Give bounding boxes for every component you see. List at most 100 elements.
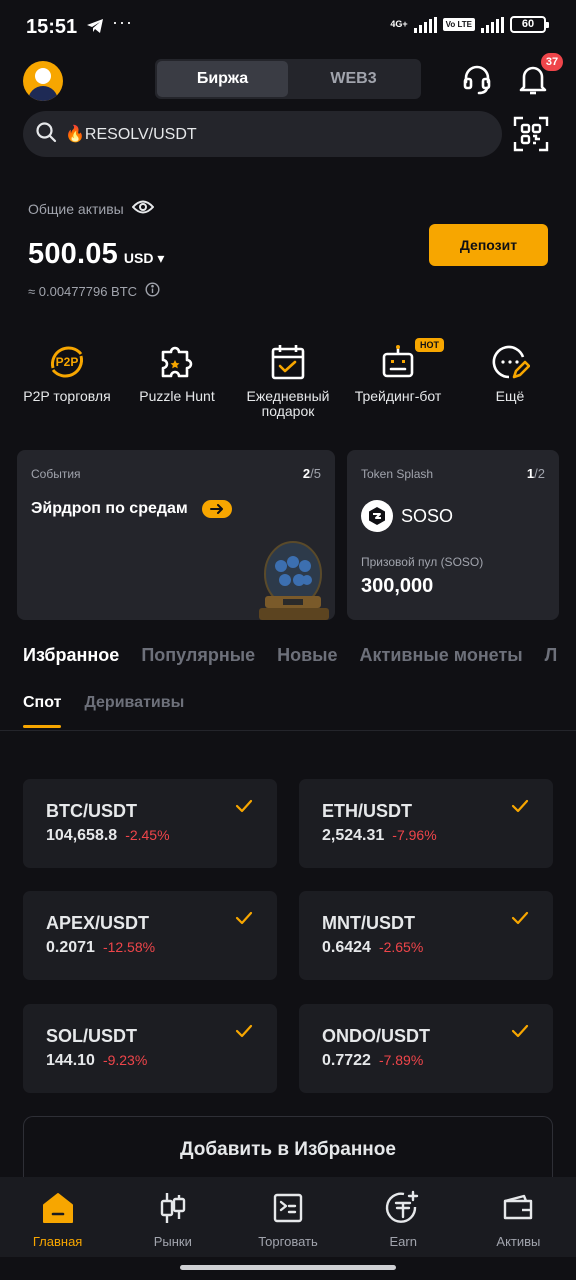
airdrop-globe-illustration (255, 534, 335, 625)
tab-derivatives[interactable]: Деривативы (84, 694, 184, 728)
exchange-mode-switch: Биржа WEB3 (155, 59, 421, 99)
nav-earn[interactable]: Earn (346, 1177, 461, 1257)
tab-favorites[interactable]: Избранное (23, 645, 119, 666)
pair-name: ETH/USDT (322, 801, 412, 821)
info-icon[interactable] (145, 282, 160, 300)
pair-price: 144.10 (46, 1052, 95, 1069)
pair-name: APEX/USDT (46, 913, 150, 933)
pair-price-row: 0.7722 -7.89% (322, 1052, 423, 1070)
favorite-card[interactable]: APEX/USDT 0.2071 -12.58% (23, 891, 277, 980)
more-notifications-icon: ··· (112, 12, 133, 32)
pair-name: MNT/USDT (322, 913, 415, 933)
events-title-row: Эйрдроп по средам (31, 500, 232, 518)
volte-icon: Vo LTE (442, 18, 475, 31)
quick-action-puzzle[interactable]: Puzzle Hunt (117, 340, 237, 404)
status-right: 4G+ Vo LTE 60 (390, 16, 549, 33)
pair-price: 0.7722 (322, 1052, 371, 1069)
status-bar: 15:51 ··· 4G+ Vo LTE 60 (0, 0, 576, 52)
puzzle-icon (117, 340, 237, 384)
add-to-favorites-button[interactable]: Добавить в Избранное (23, 1116, 553, 1186)
favorite-card[interactable]: ONDO/USDT 0.7722 -7.89% (299, 1004, 553, 1093)
signal-icon (413, 16, 437, 33)
favorite-card[interactable]: BTC/USDT 104,658.8 -2.45% (23, 779, 277, 868)
token-splash-card[interactable]: Token Splash 1/2 SOSO Призовой пул (SOSO… (347, 450, 559, 620)
network-type: 4G+ (390, 19, 408, 29)
trade-icon (272, 1190, 304, 1226)
sub-tabs: Спот Деривативы (23, 694, 184, 728)
prize-pool-value: 300,000 (361, 575, 434, 597)
check-icon[interactable] (235, 799, 253, 818)
events-card[interactable]: События 2/5 Эйрдроп по средам (17, 450, 335, 620)
deposit-button[interactable]: Депозит (429, 224, 548, 266)
home-indicator[interactable] (180, 1265, 396, 1270)
check-icon[interactable] (235, 911, 253, 930)
nav-assets[interactable]: Активы (461, 1177, 576, 1257)
events-total: /5 (310, 466, 321, 481)
token-splash-pager: 1/2 (527, 466, 545, 481)
earn-icon (385, 1190, 421, 1226)
tab-exchange[interactable]: Биржа (157, 61, 288, 97)
currency-label: USD (123, 250, 154, 266)
pair-change: -9.23% (102, 1052, 148, 1068)
qr-scan-icon[interactable] (512, 115, 550, 153)
search-input[interactable]: 🔥RESOLV/USDT (23, 111, 502, 157)
pair-price-row: 2,524.31 -7.96% (322, 827, 437, 845)
status-time: 15:51 (26, 16, 78, 38)
pair-change: -12.58% (102, 939, 156, 955)
caret-down-icon: ▾ (157, 250, 165, 266)
nav-label: Активы (496, 1234, 541, 1249)
bottom-nav: Главная Рынки Торговать Earn Активы (0, 1177, 576, 1257)
pair-name: BTC/USDT (46, 801, 137, 821)
pair-price-row: 104,658.8 -2.45% (46, 827, 170, 845)
nav-label: Главная (32, 1234, 83, 1249)
home-icon (41, 1190, 75, 1226)
pair-price: 0.2071 (46, 939, 95, 956)
pair-name: SOL/USDT (46, 1026, 138, 1046)
pair-change: -7.89% (378, 1052, 424, 1068)
tab-popular[interactable]: Популярные (141, 645, 255, 666)
quick-action-p2p[interactable]: P2P P2P торговля (7, 340, 127, 404)
soso-logo-icon (361, 500, 393, 532)
token-splash-category: Token Splash (361, 467, 434, 481)
check-icon[interactable] (511, 911, 529, 930)
nav-label: Earn (389, 1234, 417, 1249)
quick-action-label: P2P торговля (23, 388, 111, 404)
nav-home[interactable]: Главная (0, 1177, 115, 1257)
nav-markets[interactable]: Рынки (115, 1177, 230, 1257)
tab-new[interactable]: Новые (277, 645, 337, 666)
quick-action-daily-gift[interactable]: Ежедневный подарок (228, 340, 348, 419)
svg-text:P2P: P2P (56, 355, 79, 369)
favorite-card[interactable]: MNT/USDT 0.6424 -2.65% (299, 891, 553, 980)
favorite-card[interactable]: ETH/USDT 2,524.31 -7.96% (299, 779, 553, 868)
candlestick-icon (159, 1190, 187, 1226)
total-assets-label: Общие активы (28, 199, 155, 218)
eye-icon[interactable] (131, 199, 155, 218)
currency-selector[interactable]: USD ▾ (124, 250, 164, 267)
arrow-right-icon[interactable] (201, 500, 232, 518)
pair-price-row: 0.2071 -12.58% (46, 939, 155, 957)
pair-price-row: 0.6424 -2.65% (322, 939, 423, 957)
tab-spot[interactable]: Спот (23, 694, 62, 728)
pair-change: -2.45% (125, 827, 170, 843)
check-icon[interactable] (511, 1024, 529, 1043)
telegram-icon (86, 18, 104, 39)
assets-amount: 500.05 (28, 238, 118, 270)
check-icon[interactable] (235, 1024, 253, 1043)
btc-equivalent: ≈ 0.00477796 BTC (28, 283, 138, 299)
nav-trade[interactable]: Торговать (230, 1177, 345, 1257)
favorite-card[interactable]: SOL/USDT 144.10 -9.23% (23, 1004, 277, 1093)
hot-badge: HOT (415, 338, 444, 352)
quick-action-more[interactable]: Ещё (450, 340, 570, 404)
more-icon (450, 340, 570, 384)
tab-web3[interactable]: WEB3 (288, 61, 419, 97)
tab-active-coins[interactable]: Активные монеты (360, 645, 523, 666)
signal-icon-2 (481, 16, 504, 33)
token-name: SOSO (401, 505, 454, 526)
pair-price: 0.6424 (322, 939, 371, 956)
quick-action-label: Puzzle Hunt (139, 388, 215, 404)
headset-icon[interactable] (460, 62, 494, 96)
check-icon[interactable] (511, 799, 529, 818)
avatar[interactable] (23, 61, 63, 101)
nav-label: Торговать (258, 1234, 318, 1249)
tab-truncated[interactable]: Л (545, 645, 558, 666)
